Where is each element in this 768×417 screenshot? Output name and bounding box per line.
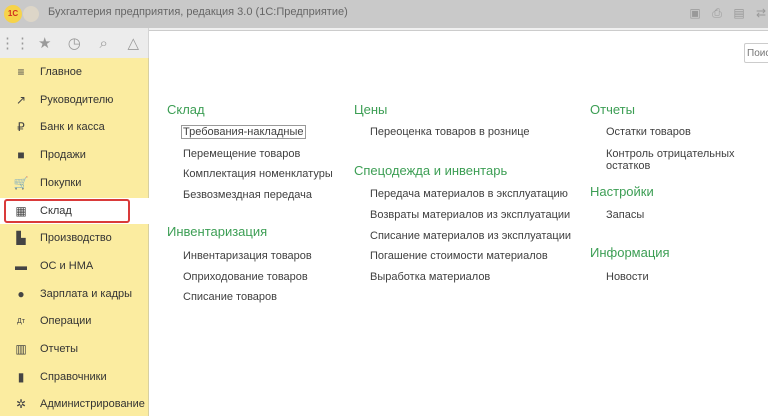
sidebar-item-9[interactable]: Дт Операции bbox=[0, 308, 149, 334]
factory-icon: ▙ bbox=[16, 231, 26, 246]
sidebar-item-5[interactable]: ▦ Склад bbox=[0, 197, 149, 224]
books-icon: ▮ bbox=[17, 369, 25, 384]
debit-credit-icon: Дт bbox=[17, 317, 25, 325]
cart-icon: 🛒 bbox=[13, 175, 29, 190]
ruble-coin-icon: ₽ bbox=[17, 120, 25, 135]
section-heading: Инвентаризация bbox=[167, 224, 268, 239]
section-heading: Настройки bbox=[590, 184, 654, 199]
selection-highlight bbox=[4, 198, 130, 223]
title-bar: 1С Бухгалтерия предприятия, редакция 3.0… bbox=[0, 0, 768, 28]
section-link[interactable]: Оприходование товаров bbox=[183, 271, 308, 283]
section-heading: Склад bbox=[167, 102, 205, 117]
main-menu-button[interactable] bbox=[23, 6, 39, 22]
section-link[interactable]: Передача материалов в эксплуатацию bbox=[370, 188, 568, 200]
sidebar-item-8[interactable]: ● Зарплата и кадры bbox=[0, 281, 149, 307]
bell-icon[interactable]: △ bbox=[119, 34, 149, 52]
sidebar-item-2[interactable]: ₽ Банк и касса bbox=[0, 114, 149, 140]
section-link[interactable]: Переоценка товаров в рознице bbox=[370, 126, 530, 138]
section-link[interactable]: Контроль отрицательных остатков bbox=[606, 148, 768, 172]
section-link[interactable]: Остатки товаров bbox=[606, 126, 691, 138]
preview-icon[interactable]: ▤ bbox=[732, 6, 746, 21]
star-icon[interactable]: ★ bbox=[30, 34, 60, 52]
sidebar-item-label: Покупки bbox=[40, 176, 82, 189]
section-heading: Спецодежда и инвентарь bbox=[354, 163, 508, 178]
gear-icon: ✲ bbox=[15, 397, 27, 412]
1c-logo: 1С bbox=[4, 5, 22, 23]
section-link[interactable]: Выработка материалов bbox=[370, 271, 490, 283]
section-heading: Отчеты bbox=[590, 102, 635, 117]
sidebar-item-label: Производство bbox=[40, 232, 112, 245]
sidebar-item-label: Банк и касса bbox=[40, 121, 105, 134]
sidebar-item-label: ОС и НМА bbox=[40, 259, 94, 272]
sidebar-item-11[interactable]: ▮ Справочники bbox=[0, 364, 149, 390]
sidebar-item-3[interactable]: ■ Продажи bbox=[0, 142, 149, 168]
sidebar-item-0[interactable]: ≡ Главное bbox=[0, 59, 149, 85]
sidebar-item-4[interactable]: 🛒 Покупки bbox=[0, 170, 149, 196]
print-icon[interactable]: ⎙ bbox=[710, 6, 724, 21]
shopping-bag-icon: ■ bbox=[17, 148, 25, 163]
person-icon: ● bbox=[17, 286, 25, 301]
sidebar-item-10[interactable]: ▥ Отчеты bbox=[0, 336, 149, 362]
sidebar-item-label: Отчеты bbox=[40, 343, 79, 355]
section-link[interactable]: Списание товаров bbox=[183, 291, 277, 303]
section-heading: Цены bbox=[354, 102, 388, 117]
section-link[interactable]: Инвентаризация товаров bbox=[183, 250, 312, 262]
window-title: Бухгалтерия предприятия, редакция 3.0 (1… bbox=[48, 6, 348, 18]
sidebar-item-6[interactable]: ▙ Производство bbox=[0, 225, 149, 251]
sidebar-item-label: Продажи bbox=[40, 149, 86, 162]
link-icon[interactable]: ⇄ bbox=[754, 6, 768, 21]
sidebar: ≡ Главное ↗ Руководителю ₽ Банк и касса ■ Прода… bbox=[0, 58, 149, 416]
section-link[interactable]: Возвраты материалов из эксплуатации bbox=[370, 209, 570, 221]
section-link[interactable]: Списание материалов из эксплуатации bbox=[370, 230, 571, 242]
section-link[interactable]: Требования-накладные bbox=[181, 125, 306, 139]
sidebar-item-label: Зарплата и кадры bbox=[40, 287, 133, 300]
sidebar-item-label: Главное bbox=[40, 66, 83, 78]
sidebar-item-1[interactable]: ↗ Руководителю bbox=[0, 87, 149, 113]
section-link[interactable]: Погашение стоимости материалов bbox=[370, 250, 548, 262]
sidebar-item-label: Справочники bbox=[40, 370, 107, 383]
sidebar-item-label: Администрирование bbox=[40, 398, 145, 411]
section-heading: Информация bbox=[590, 245, 670, 260]
section-link[interactable]: Комплектация номенклатуры bbox=[183, 168, 333, 180]
section-link[interactable]: Запасы bbox=[606, 209, 644, 221]
save-icon[interactable]: ▣ bbox=[688, 6, 702, 21]
sidebar-item-label: Руководителю bbox=[40, 93, 114, 106]
sidebar-item-7[interactable]: ▬ ОС и НМА bbox=[0, 253, 149, 279]
history-icon[interactable]: ◷ bbox=[60, 34, 90, 52]
truck-icon: ▬ bbox=[15, 258, 27, 273]
search-icon[interactable]: ⌕ bbox=[89, 35, 119, 52]
section-link[interactable]: Безвозмездная передача bbox=[183, 189, 312, 201]
section-link[interactable]: Новости bbox=[606, 271, 649, 283]
sidebar-item-label: Операции bbox=[40, 315, 92, 328]
section-link[interactable]: Перемещение товаров bbox=[183, 148, 300, 160]
bar-chart-icon: ▥ bbox=[15, 342, 27, 356]
search-input[interactable] bbox=[744, 43, 768, 63]
quick-toolbar: ⋮⋮ ★ ◷ ⌕ △ bbox=[0, 28, 149, 58]
menu-lines-icon: ≡ bbox=[17, 65, 25, 79]
sidebar-item-12[interactable]: ✲ Администрирование bbox=[0, 391, 149, 417]
apps-grid-icon[interactable]: ⋮⋮ bbox=[0, 34, 30, 52]
tab-strip bbox=[149, 28, 768, 31]
trend-icon: ↗ bbox=[15, 92, 27, 107]
